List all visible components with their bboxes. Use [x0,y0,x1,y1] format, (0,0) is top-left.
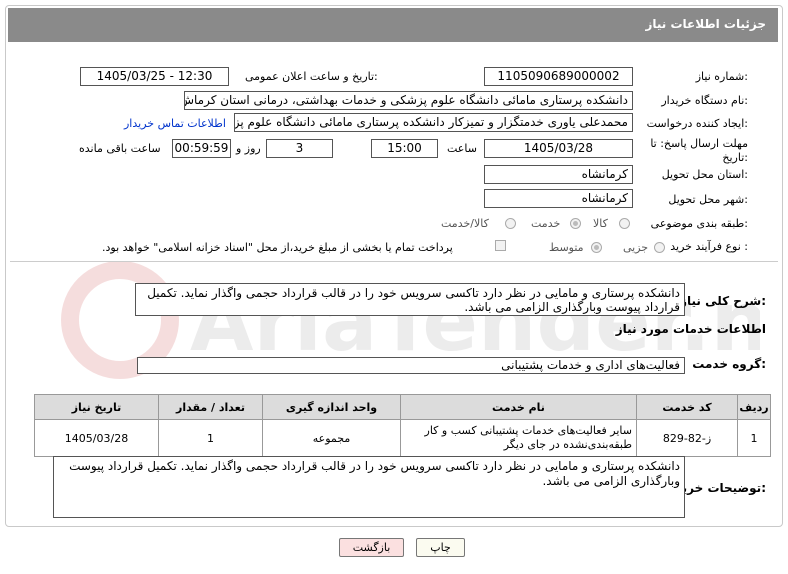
city-label: شهر محل تحویل: [668,193,748,206]
back-button[interactable]: بازگشت [339,538,404,557]
deadline-label: مهلت ارسال پاسخ: تا [650,137,748,150]
process-option-medium: متوسط [549,241,584,254]
creator-field: محمدعلی یاوری خدمتگزار و تمیزکار دانشکده… [234,113,633,132]
summary-text: دانشکده پرستاری و مامایی در نظر دارد تاک… [135,283,685,316]
city-field: کرمانشاه [484,189,633,208]
category-option-goods: کالا [593,217,608,230]
buyer-notes-text: دانشکده پرستاری و مامایی در نظر دارد تاک… [53,456,685,518]
cell-code: ز-82-829 [636,419,738,457]
summary-label: شرح کلی نیاز: [680,294,766,308]
cell-qty: 1 [158,419,263,457]
treasury-checkbox[interactable] [495,240,506,251]
province-label: استان محل تحویل: [661,168,748,181]
category-radio-goods[interactable] [619,218,630,229]
table-row: 1 ز-82-829 سایر فعالیت‌های خدمات پشتیبان… [34,419,771,457]
days-field: 3 [266,139,333,158]
announce-field: 1405/03/25 - 12:30 [80,67,229,86]
category-label: طبقه بندی موضوعی: [650,217,748,230]
payment-note: پرداخت تمام یا بخشی از مبلغ خرید،از محل … [102,241,453,254]
page-header: جزئیات اطلاعات نیاز [8,8,778,42]
category-option-service: خدمت [531,217,561,230]
table-header-row: ردیف کد خدمت نام خدمت واحد اندازه گیری ت… [34,394,771,420]
buyer-contact-link[interactable]: اطلاعات تماس خریدار [124,117,226,130]
process-radio-minor[interactable] [654,242,665,253]
need-number-label: شماره نیاز: [695,70,748,83]
category-option-both: کالا/خدمت [441,217,489,230]
announce-label: تاریخ و ساعت اعلان عمومی: [245,70,378,83]
cell-date: 1405/03/28 [34,419,159,457]
cell-row: 1 [737,419,771,457]
remaining-label: ساعت باقی مانده [79,142,161,155]
services-section-title: اطلاعات خدمات مورد نیاز [615,322,766,336]
remaining-time-field: 00:59:59 [172,139,231,158]
divider [10,261,778,262]
category-radio-both[interactable] [505,218,516,229]
print-button[interactable]: چاپ [416,538,465,557]
province-field: کرمانشاه [484,165,633,184]
col-code: کد خدمت [636,394,738,420]
deadline-date-field: 1405/03/28 [484,139,633,158]
need-number-field: 1105090689000002 [484,67,633,86]
col-qty: تعداد / مقدار [158,394,263,420]
deadline-time-field: 15:00 [371,139,438,158]
time-label: ساعت [447,142,477,155]
buyer-org-label: نام دستگاه خریدار: [661,94,748,107]
deadline-date-label: تاریخ: [722,151,748,164]
process-label: نوع فرآیند خرید : [670,240,748,253]
creator-label: ایجاد کننده درخواست: [646,117,748,130]
col-name: نام خدمت [400,394,637,420]
days-label: روز و [236,142,261,155]
col-row: ردیف [737,394,771,420]
page-title: جزئیات اطلاعات نیاز [645,17,766,31]
process-option-minor: جزیی [623,241,649,254]
cell-unit: مجموعه [262,419,401,457]
category-radio-service[interactable] [570,218,581,229]
process-radio-medium[interactable] [591,242,602,253]
cell-name: سایر فعالیت‌های خدمات پشتیبانی کسب و کار… [400,419,637,457]
col-date: تاریخ نیاز [34,394,159,420]
services-table: ردیف کد خدمت نام خدمت واحد اندازه گیری ت… [34,394,771,457]
service-group-label: گروه خدمت: [692,357,766,371]
col-unit: واحد اندازه گیری [262,394,401,420]
buyer-org-field: دانشکده پرستاری مامائی دانشگاه علوم پزشک… [184,91,633,110]
service-group-field: فعالیت‌های اداری و خدمات پشتیبانی [137,357,685,374]
